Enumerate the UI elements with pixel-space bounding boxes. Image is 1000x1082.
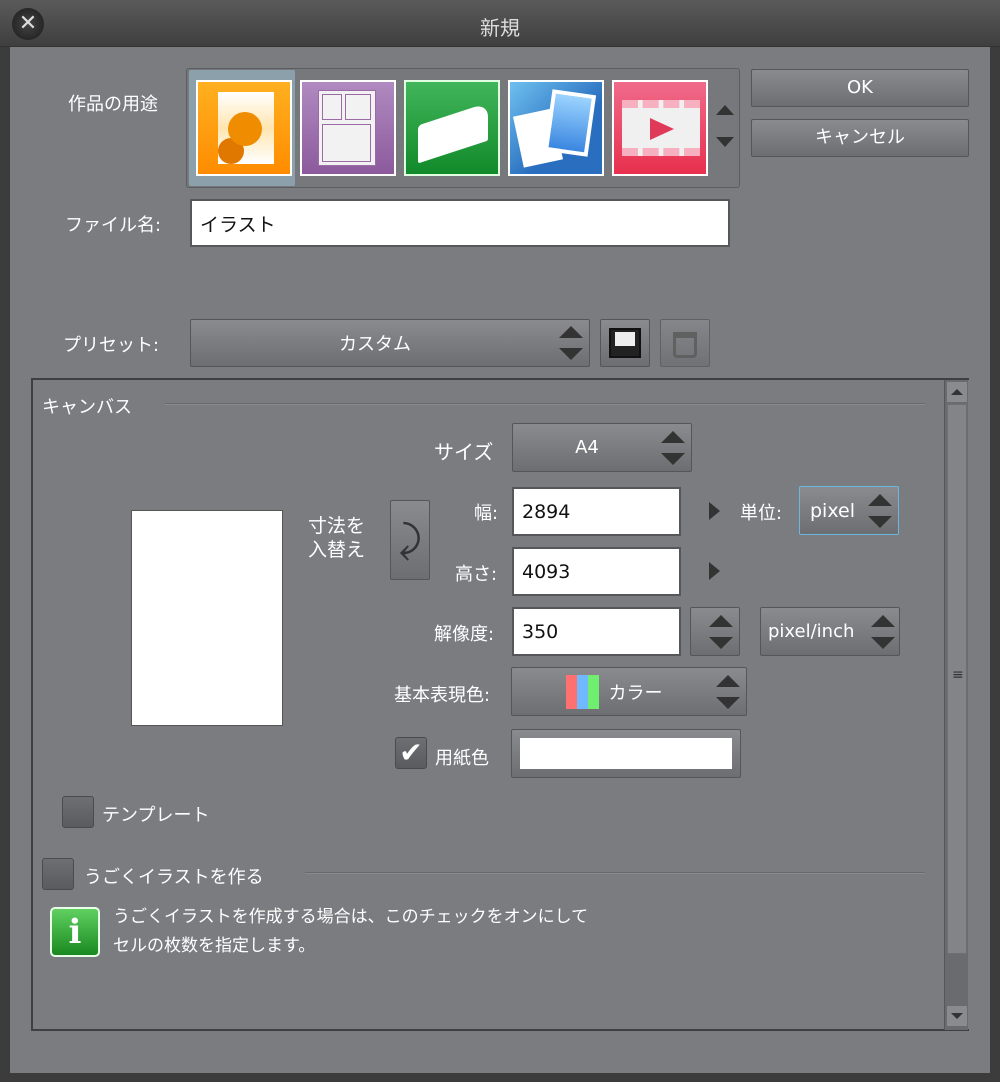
canvas-preview [131,510,283,726]
window-title: 新規 [480,16,520,40]
info-line-1: うごくイラストを作成する場合は、このチェックをオンにして [113,907,589,927]
unit-dropdown[interactable]: pixel [799,486,899,535]
color-mode-value: カラー [608,682,663,704]
animation-label: うごくイラストを作る [84,867,264,888]
resolution-input[interactable]: 350 [512,607,681,656]
rgb-color-icon [565,674,599,709]
print-purpose-icon[interactable] [508,80,604,176]
scrollbar-thumb[interactable]: ≡ [947,404,967,954]
title-bar: ✕ 新規 [0,0,1000,47]
file-name-label: ファイル名: [65,215,162,236]
preset-label: プリセット: [63,335,160,356]
size-value: A4 [575,437,599,458]
updown-arrows-icon [871,614,895,649]
animation-info-text: うごくイラストを作成する場合は、このチェックをオンにして セルの枚数を指定します… [113,903,588,961]
updown-arrows-icon [709,614,733,649]
updown-arrows-icon [716,674,740,709]
purpose-scroll-up-icon[interactable] [716,105,734,115]
height-input[interactable]: 4093 [512,547,681,596]
unit-value: pixel [810,499,855,522]
info-icon: i [50,907,100,957]
paper-color-swatch-button[interactable] [511,729,741,778]
paper-color-label: 用紙色 [435,748,489,769]
animation-checkbox[interactable] [42,858,74,890]
section-divider [305,872,925,874]
resolution-label: 解像度: [434,624,495,645]
ok-button[interactable]: OK [751,69,969,107]
swap-label-line-2: 入替え [308,539,366,561]
width-input[interactable]: 2894 [512,487,681,536]
size-dropdown[interactable]: A4 [512,423,692,472]
swap-label-line-1: 寸法を [308,515,366,537]
delete-preset-button[interactable] [660,319,710,367]
info-line-2: セルの枚数を指定します。 [113,936,316,956]
animation-purpose-icon[interactable] [612,80,708,176]
comic-purpose-icon[interactable] [300,80,396,176]
preset-value: カスタム [339,334,411,355]
purpose-scroll-down-icon[interactable] [716,137,734,147]
color-mode-label: 基本表現色: [394,685,491,706]
resolution-stepper[interactable] [690,607,740,656]
width-label: 幅: [474,503,499,524]
section-divider [165,403,925,405]
swap-dimensions-button[interactable]: ⤸ [390,500,430,580]
size-label: サイズ [434,440,494,464]
template-checkbox[interactable] [62,796,94,828]
canvas-section-label: キャンバス [42,397,132,418]
file-name-input[interactable]: イラスト [190,199,730,247]
paper-color-swatch [520,738,732,769]
width-expand-icon[interactable] [709,502,720,520]
cancel-button[interactable]: キャンセル [751,119,969,157]
height-label: 高さ: [455,564,498,585]
floppy-disk-icon [609,328,641,358]
template-label: テンプレート [102,805,210,826]
height-expand-icon[interactable] [709,562,720,580]
illustration-purpose-icon[interactable] [196,80,292,176]
swap-dimensions-label: 寸法を 入替え [308,514,365,562]
resolution-unit-dropdown[interactable]: pixel/inch [760,607,900,656]
color-mode-dropdown[interactable]: カラー [511,667,747,716]
updown-arrows-icon [661,430,685,465]
preset-dropdown[interactable]: カスタム [190,319,590,367]
resolution-unit-value: pixel/inch [768,621,855,642]
purpose-label: 作品の用途 [68,94,158,115]
paper-color-checkbox[interactable]: ✔ [395,737,427,769]
scroll-down-icon[interactable] [947,1006,967,1026]
unit-label: 単位: [740,503,783,524]
scroll-up-icon[interactable] [947,382,967,402]
swap-arrows-icon: ⤸ [398,517,422,561]
updown-arrows-icon [868,493,892,528]
trash-icon [673,332,697,358]
save-preset-button[interactable] [600,319,650,367]
updown-arrows-icon [559,326,583,360]
book-purpose-icon[interactable] [404,80,500,176]
scrollbar[interactable]: ≡ [944,380,968,1030]
